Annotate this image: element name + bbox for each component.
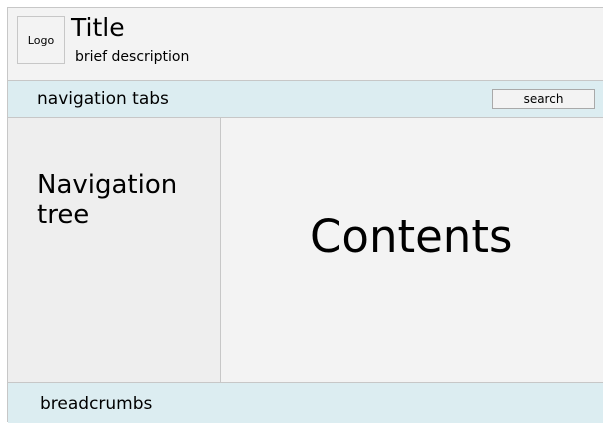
breadcrumb: breadcrumbs bbox=[8, 382, 603, 423]
page-title: Title bbox=[71, 13, 125, 42]
layout-wireframe: Logo Title brief description navigation … bbox=[7, 7, 603, 423]
contents-label: Contents bbox=[310, 210, 513, 263]
contents-area: Contents bbox=[221, 118, 603, 382]
navigation-tree: Navigation tree bbox=[8, 118, 221, 382]
navigation-tabs-bar: navigation tabs search bbox=[8, 80, 603, 118]
navigation-tree-label: Navigation tree bbox=[37, 170, 178, 230]
page-description: brief description bbox=[75, 49, 190, 65]
header: Logo Title brief description bbox=[8, 8, 603, 80]
logo-label: Logo bbox=[27, 33, 55, 47]
search-input[interactable]: search bbox=[492, 89, 595, 109]
logo[interactable]: Logo bbox=[17, 16, 65, 64]
breadcrumb-label[interactable]: breadcrumbs bbox=[40, 393, 152, 415]
navigation-tabs[interactable]: navigation tabs bbox=[37, 88, 169, 110]
